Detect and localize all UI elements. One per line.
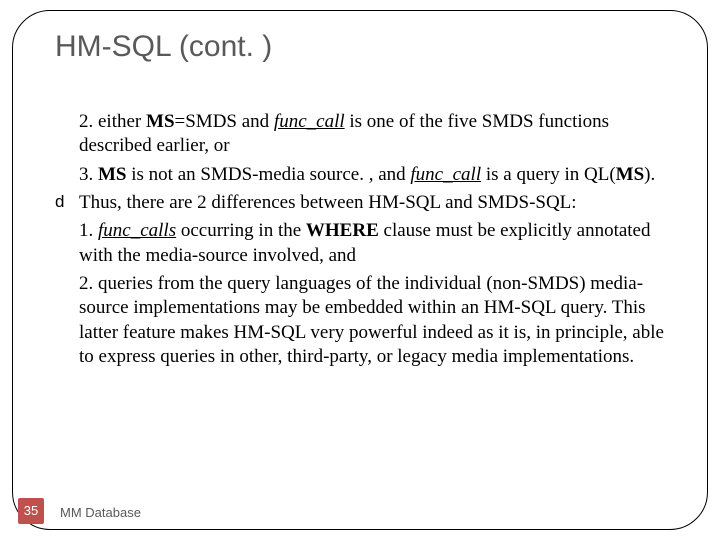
ms-bold: MS xyxy=(98,164,127,185)
text: occurring in the xyxy=(176,220,306,241)
ms-bold: MS xyxy=(146,111,175,132)
text: 2. either xyxy=(79,111,146,132)
text: 2. queries from the query languages of t… xyxy=(79,273,664,367)
text: is a query in QL( xyxy=(481,164,616,185)
point-2: 2. either MS=SMDS and func_call is one o… xyxy=(79,110,665,159)
point-3: 3. MS is not an SMDS-media source. , and… xyxy=(79,163,665,187)
text: ). xyxy=(644,164,655,185)
bullet-thus: d Thus, there are 2 differences between … xyxy=(55,191,665,215)
diff-1: 1. func_calls occurring in the WHERE cla… xyxy=(79,219,665,268)
footer-label: MM Database xyxy=(60,505,141,520)
body-text: 2. either MS=SMDS and func_call is one o… xyxy=(55,110,665,373)
func-calls-italic: func_calls xyxy=(98,220,176,241)
text: Thus, there are 2 differences between HM… xyxy=(79,192,577,213)
ms-bold: MS xyxy=(616,164,645,185)
text: 3. xyxy=(79,164,98,185)
slide-title: HM-SQL (cont. ) xyxy=(55,30,272,64)
text: is not an SMDS-media source. , and xyxy=(127,164,411,185)
slide: HM-SQL (cont. ) 2. either MS=SMDS and fu… xyxy=(0,0,720,540)
where-bold: WHERE xyxy=(306,220,379,241)
bullet-icon: d xyxy=(55,193,73,210)
diff-2: 2. queries from the query languages of t… xyxy=(79,272,665,369)
func-call-italic: func_call xyxy=(410,164,481,185)
page-number: 35 xyxy=(18,498,44,524)
func-call-italic: func_call xyxy=(274,111,345,132)
text: =SMDS and xyxy=(175,111,274,132)
text: 1. xyxy=(79,220,98,241)
